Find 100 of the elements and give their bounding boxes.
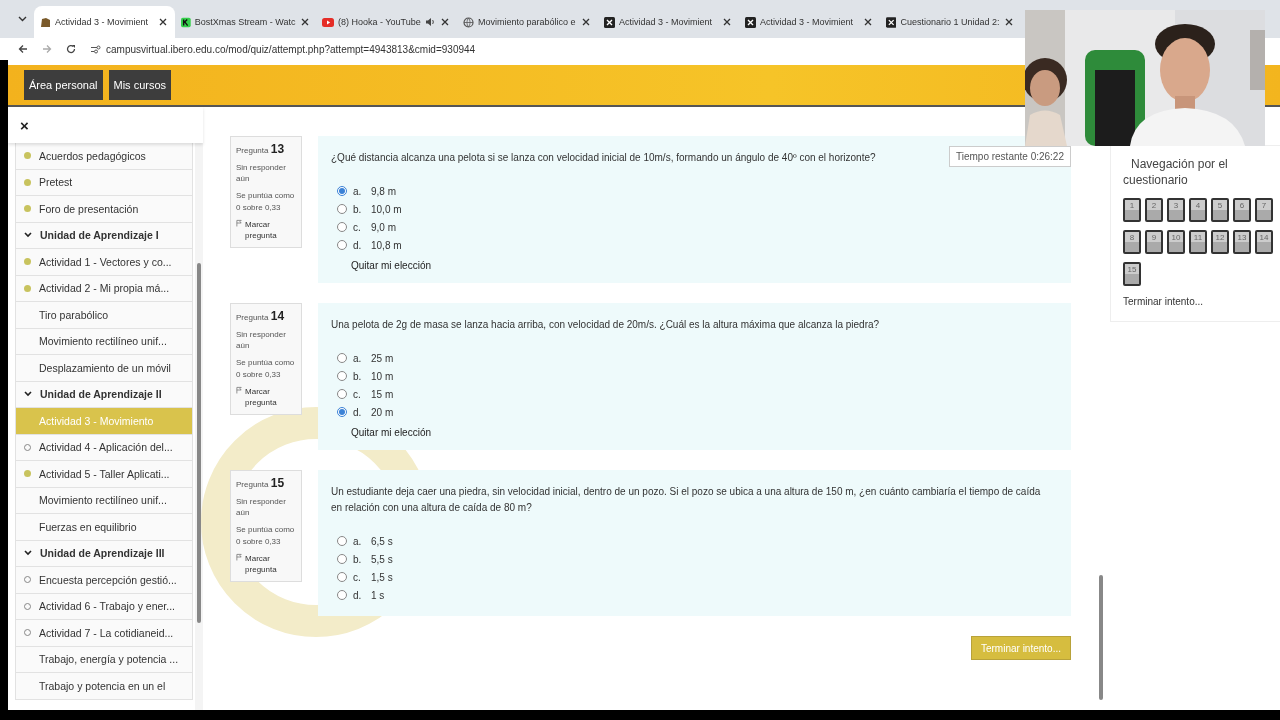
course-item[interactable]: Actividad 6 - Trabajo y ener... (15, 593, 193, 620)
course-item[interactable]: Tiro parabólico (15, 302, 193, 329)
question-nav-button[interactable]: 7 (1255, 198, 1273, 222)
question-nav-button[interactable]: 12 (1211, 230, 1229, 254)
flag-link[interactable]: Marcar pregunta (236, 552, 296, 576)
clear-choice-link[interactable]: Quitar mi elección (351, 427, 432, 438)
question-nav-button[interactable]: 3 (1167, 198, 1185, 222)
radio-button[interactable] (337, 572, 347, 582)
course-item[interactable]: Encuesta percepción gestió... (15, 567, 193, 594)
course-item[interactable]: Trabajo y potencia en un el (15, 673, 193, 700)
answer-option[interactable]: a. 6,5 s (331, 532, 1058, 550)
answer-option[interactable]: c. 9,0 m (331, 218, 1058, 236)
question-nav-button[interactable]: 9 (1145, 230, 1163, 254)
answer-option[interactable]: b. 10 m (331, 367, 1058, 385)
section-header[interactable]: Unidad de Aprendizaje III (15, 540, 193, 567)
question-nav-button[interactable]: 11 (1189, 230, 1207, 254)
finish-attempt-link[interactable]: Terminar intento... (1123, 296, 1280, 307)
item-label: Unidad de Aprendizaje II (40, 388, 162, 401)
browser-tab[interactable]: Cuestionario 1 Unidad 2: (880, 6, 1021, 38)
section-header[interactable]: Unidad de Aprendizaje II (15, 381, 193, 408)
close-tab-button[interactable] (439, 16, 451, 28)
question-nav-button[interactable]: 14 (1255, 230, 1273, 254)
course-item[interactable]: Actividad 4 - Aplicación del... (15, 434, 193, 461)
answer-option[interactable]: c. 15 m (331, 385, 1058, 403)
question-nav-button[interactable]: 4 (1189, 198, 1207, 222)
browser-tab[interactable]: BostXmas Stream - Watc (175, 6, 316, 38)
clear-choice-link[interactable]: Quitar mi elección (351, 260, 432, 271)
answer-option[interactable]: d. 1 s (331, 586, 1058, 604)
radio-button[interactable] (337, 222, 347, 232)
course-item[interactable]: Actividad 1 - Vectores y co... (15, 249, 193, 276)
nav-button[interactable]: Mis cursos (108, 70, 172, 100)
tab-title: BostXmas Stream - Watc (194, 17, 296, 27)
answer-option[interactable]: a. 25 m (331, 349, 1058, 367)
radio-button[interactable] (337, 353, 347, 363)
answer-option[interactable]: b. 5,5 s (331, 550, 1058, 568)
browser-tab[interactable]: Movimiento parabólico e (457, 6, 598, 38)
close-button[interactable]: × (20, 116, 29, 134)
radio-button[interactable] (337, 590, 347, 600)
forward-icon[interactable] (42, 44, 52, 54)
question-nav-button[interactable]: 15 (1123, 262, 1141, 286)
answer-option[interactable]: d. 10,8 m (331, 236, 1058, 254)
flag-link[interactable]: Marcar pregunta (236, 385, 296, 409)
question-nav-button[interactable]: 10 (1167, 230, 1185, 254)
question-nav-button[interactable]: 13 (1233, 230, 1251, 254)
reload-icon[interactable] (66, 44, 76, 54)
speaker-icon[interactable] (425, 17, 435, 27)
course-item[interactable]: Foro de presentación (15, 196, 193, 223)
course-item[interactable]: Trabajo, energía y potencia ... (15, 646, 193, 673)
back-icon[interactable] (18, 44, 28, 54)
course-item[interactable]: Pretest (15, 169, 193, 196)
item-label: Actividad 1 - Vectores y co... (39, 255, 172, 268)
close-tab-button[interactable] (157, 16, 169, 28)
question-nav-button[interactable]: 6 (1233, 198, 1251, 222)
browser-tab[interactable]: Actividad 3 - Movimient (598, 6, 739, 38)
address-field[interactable]: campusvirtual.ibero.edu.co/mod/quiz/attempt.php?attempt=4943813&cmid=930944 (106, 43, 476, 55)
course-item[interactable]: Acuerdos pedagógicos (15, 143, 193, 170)
close-tab-button[interactable] (1003, 16, 1015, 28)
close-tab-button[interactable] (721, 16, 733, 28)
course-item[interactable]: Desplazamiento de un móvil (15, 355, 193, 382)
close-tab-button[interactable] (299, 16, 310, 28)
flag-link[interactable]: Marcar pregunta (236, 218, 296, 242)
tab-title: Actividad 3 - Movimient (55, 17, 150, 27)
course-item[interactable]: Fuerzas en equilibrio (15, 514, 193, 541)
nav-button[interactable]: Área personal (24, 70, 103, 100)
question-nav-button[interactable]: 1 (1123, 198, 1141, 222)
radio-button[interactable] (337, 554, 347, 564)
radio-button[interactable] (337, 407, 347, 417)
flag-icon (236, 218, 243, 227)
course-item[interactable]: Actividad 7 - La cotidianeid... (15, 620, 193, 647)
answer-option[interactable]: a. 9,8 m (331, 182, 1058, 200)
browser-tab[interactable]: Actividad 3 - Movimient (739, 6, 880, 38)
question-nav-button[interactable]: 8 (1123, 230, 1141, 254)
radio-button[interactable] (337, 536, 347, 546)
browser-tab[interactable]: (8) Hooka - YouTube (316, 6, 457, 38)
course-item[interactable]: Actividad 2 - Mi propia má... (15, 275, 193, 302)
radio-button[interactable] (337, 371, 347, 381)
status-dot (24, 284, 31, 292)
scrollbar[interactable] (195, 143, 203, 710)
square-logo-icon (886, 16, 897, 28)
close-tab-button[interactable] (862, 16, 874, 28)
site-settings-icon[interactable] (90, 44, 101, 54)
browser-tab[interactable]: Actividad 3 - Movimient (34, 6, 175, 38)
chevron-icon[interactable] (17, 16, 27, 22)
radio-button[interactable] (337, 186, 347, 196)
radio-button[interactable] (337, 240, 347, 250)
globe-icon (463, 16, 474, 28)
close-tab-button[interactable] (580, 16, 592, 28)
answer-option[interactable]: d. 20 m (331, 403, 1058, 421)
question-nav-button[interactable]: 2 (1145, 198, 1163, 222)
answer-option[interactable]: c. 1,5 s (331, 568, 1058, 586)
course-item[interactable]: Movimiento rectilíneo unif... (15, 328, 193, 355)
status-dot (24, 178, 31, 186)
radio-button[interactable] (337, 389, 347, 399)
section-header[interactable]: Unidad de Aprendizaje I (15, 222, 193, 249)
course-item[interactable]: Actividad 5 - Taller Aplicati... (15, 461, 193, 488)
question-nav-button[interactable]: 5 (1211, 198, 1229, 222)
radio-button[interactable] (337, 204, 347, 214)
course-item[interactable]: Movimiento rectilíneo unif... (15, 487, 193, 514)
item-label: Trabajo, energía y potencia ... (39, 653, 179, 666)
answer-option[interactable]: b. 10,0 m (331, 200, 1058, 218)
